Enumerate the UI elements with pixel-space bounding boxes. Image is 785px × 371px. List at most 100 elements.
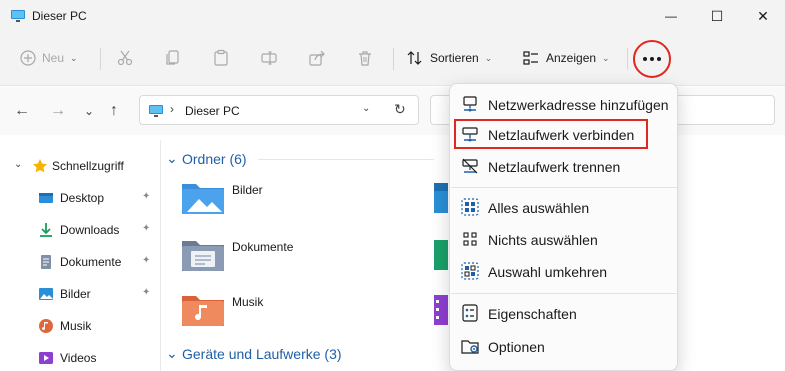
- address-bar[interactable]: › Dieser PC ⌄ ↻: [139, 95, 419, 125]
- folder-item-music[interactable]: Musik: [181, 292, 381, 336]
- copy-button[interactable]: [164, 42, 182, 74]
- pin-icon: ✦: [142, 255, 151, 266]
- folder-item-pictures[interactable]: Bilder: [181, 180, 381, 224]
- menu-item-label: Optionen: [488, 339, 545, 355]
- share-icon: [309, 50, 325, 66]
- sidebar-item-label: Bilder: [60, 287, 91, 301]
- menu-item-disconnect-network-drive[interactable]: Netzlaufwerk trennen: [454, 151, 675, 181]
- back-button[interactable]: ←: [14, 101, 30, 121]
- up-button[interactable]: ↑: [110, 101, 118, 121]
- folder-name: Dokumente: [232, 240, 294, 254]
- disconnect-drive-icon: [462, 158, 478, 174]
- folder-item-documents[interactable]: Dokumente: [181, 237, 381, 281]
- sort-button[interactable]: Sortieren ⌄: [406, 42, 492, 74]
- select-none-icon: [463, 232, 477, 246]
- sidebar-item-downloads[interactable]: Downloads ✦: [0, 216, 160, 244]
- add-icon: [20, 50, 36, 66]
- music-icon: [39, 319, 53, 333]
- folders-group-header[interactable]: Ordner (6): [182, 151, 247, 167]
- documents-folder-icon: [182, 241, 224, 271]
- refresh-button[interactable]: ↻: [394, 101, 406, 118]
- toolbar-divider: [393, 48, 394, 70]
- sidebar-item-music[interactable]: Musik: [0, 312, 160, 340]
- picture-icon: [39, 288, 53, 300]
- recent-locations-button[interactable]: ⌄: [84, 101, 94, 121]
- window-title: Dieser PC: [32, 9, 87, 23]
- menu-item-label: Alles auswählen: [488, 200, 590, 216]
- downloads-folder-icon: [434, 240, 448, 270]
- sort-label: Sortieren: [430, 51, 479, 65]
- more-dots-icon: [643, 57, 661, 61]
- pin-icon: ✦: [142, 287, 151, 298]
- sidebar-item-label: Videos: [60, 351, 97, 365]
- close-button[interactable]: ✕: [740, 0, 785, 32]
- pin-icon: ✦: [142, 191, 151, 202]
- desktop-folder-icon: [434, 183, 448, 213]
- share-button[interactable]: [308, 42, 326, 74]
- see-more-menu: Netzwerkadresse hinzufügen Netzlaufwerk …: [449, 83, 678, 371]
- video-icon: [39, 352, 53, 364]
- menu-item-add-network-location[interactable]: Netzwerkadresse hinzufügen: [454, 89, 675, 119]
- chevron-down-icon: ⌄: [602, 52, 610, 63]
- view-label: Anzeigen: [546, 51, 597, 65]
- delete-button[interactable]: [356, 42, 374, 74]
- sidebar-item-label: Downloads: [60, 223, 120, 237]
- breadcrumb-this-pc[interactable]: Dieser PC: [185, 104, 240, 118]
- menu-separator: [451, 187, 678, 188]
- new-button[interactable]: Neu ⌄: [20, 42, 78, 74]
- folder-name: Musik: [232, 295, 264, 309]
- menu-item-label: Nichts auswählen: [488, 232, 598, 248]
- document-icon: [41, 255, 51, 269]
- address-dropdown-button[interactable]: ⌄: [362, 103, 370, 114]
- toolbar-divider: [100, 48, 101, 70]
- drives-group-header[interactable]: Geräte und Laufwerke (3): [182, 346, 342, 362]
- title-bar: Dieser PC — ☐ ✕: [0, 0, 785, 32]
- group-chevron-icon[interactable]: ⌄: [166, 345, 178, 362]
- videos-folder-icon: [434, 295, 448, 325]
- minimize-button[interactable]: —: [648, 0, 694, 32]
- maximize-button[interactable]: ☐: [694, 0, 740, 32]
- group-chevron-icon[interactable]: ⌄: [166, 150, 178, 167]
- menu-item-invert-selection[interactable]: Auswahl umkehren: [454, 256, 675, 286]
- desktop-icon: [39, 193, 53, 203]
- clipboard-icon: [214, 49, 228, 66]
- menu-item-label: Auswahl umkehren: [488, 264, 608, 280]
- menu-item-select-none[interactable]: Nichts auswählen: [454, 224, 675, 254]
- sidebar-item-documents[interactable]: Dokumente ✦: [0, 248, 160, 276]
- chevron-down-icon: ⌄: [14, 159, 23, 170]
- sidebar-item-pictures[interactable]: Bilder ✦: [0, 280, 160, 308]
- menu-item-properties[interactable]: Eigenschaften: [454, 298, 675, 328]
- menu-item-label: Netzlaufwerk trennen: [488, 159, 621, 175]
- copy-icon: [166, 50, 179, 65]
- sidebar-item-label: Schnellzugriff: [52, 159, 124, 173]
- group-divider: [258, 159, 434, 160]
- rename-button[interactable]: [260, 42, 278, 74]
- view-button[interactable]: Anzeigen ⌄: [522, 42, 610, 74]
- menu-item-options[interactable]: Optionen: [454, 331, 675, 361]
- pictures-folder-icon: [182, 184, 224, 214]
- options-icon: [461, 340, 479, 354]
- folder-name: Bilder: [232, 183, 263, 197]
- sidebar-item-label: Desktop: [60, 191, 105, 205]
- new-label: Neu: [42, 51, 65, 65]
- sidebar-item-quick-access[interactable]: ⌄ Schnellzugriff: [0, 152, 160, 180]
- menu-item-label: Netzwerkadresse hinzufügen: [488, 97, 669, 113]
- sidebar-item-label: Dokumente: [60, 255, 122, 269]
- see-more-button[interactable]: [633, 40, 671, 78]
- navigation-pane: ⌄ Schnellzugriff Desktop ✦ Downloads ✦ D…: [0, 140, 160, 371]
- trash-icon: [359, 51, 371, 66]
- menu-item-select-all[interactable]: Alles auswählen: [454, 192, 675, 222]
- menu-item-map-network-drive[interactable]: Netzlaufwerk verbinden: [454, 119, 648, 149]
- sidebar-item-videos[interactable]: Videos: [0, 344, 160, 371]
- properties-icon: [462, 304, 478, 322]
- cut-button[interactable]: [116, 42, 134, 74]
- download-icon: [40, 223, 52, 237]
- network-location-icon: [463, 96, 477, 112]
- forward-button[interactable]: →: [50, 101, 66, 121]
- chevron-down-icon: ⌄: [70, 52, 78, 63]
- sidebar-item-desktop[interactable]: Desktop ✦: [0, 184, 160, 212]
- chevron-down-icon: ⌄: [484, 52, 493, 63]
- this-pc-icon: [11, 10, 25, 22]
- star-icon: [33, 159, 47, 173]
- paste-button[interactable]: [212, 42, 230, 74]
